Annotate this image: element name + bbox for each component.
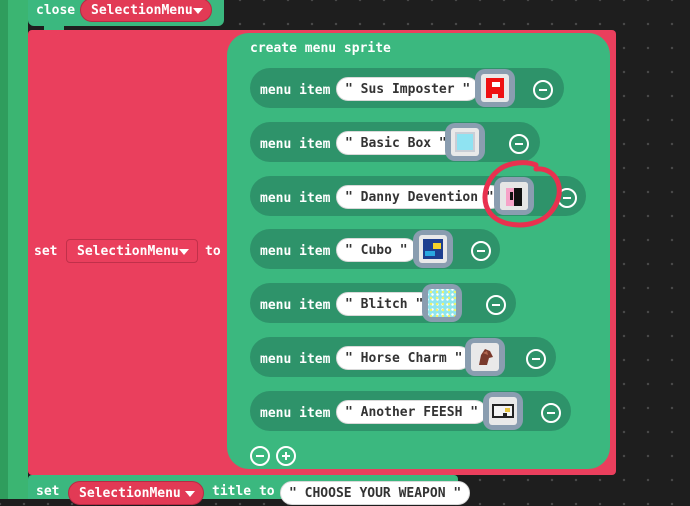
remove-item-icon[interactable] (533, 80, 553, 100)
menu-item-row[interactable]: menu item " Sus Imposter " (250, 68, 564, 108)
menu-item-text-input[interactable]: " Sus Imposter " (336, 77, 480, 101)
stack-edge (0, 0, 8, 499)
close-keyword: close (36, 3, 76, 18)
annotation-circle (482, 160, 562, 228)
menu-item-row[interactable]: menu item " Horse Charm " (250, 337, 556, 377)
set-keyword: set (34, 244, 58, 259)
menu-item-text-input[interactable]: " Horse Charm " (336, 346, 472, 370)
remove-item-icon[interactable] (471, 241, 491, 261)
title-text-input[interactable]: " CHOOSE YOUR WEAPON " (280, 481, 471, 505)
set-variable-dropdown[interactable]: SelectionMenu (66, 239, 198, 263)
menu-item-row[interactable]: menu item " Blitch " (250, 283, 516, 323)
chevron-down-icon (179, 249, 189, 255)
horse-head-icon (471, 343, 499, 371)
stack-rail (8, 0, 28, 499)
close-variable-label: SelectionMenu (91, 3, 193, 18)
set-title-keyword: set (36, 484, 60, 499)
menu-item-image-well[interactable] (483, 392, 523, 430)
menu-item-text-input[interactable]: " Blitch " (336, 292, 433, 316)
menu-item-image-well[interactable] (413, 230, 453, 268)
menu-item-label: menu item (260, 406, 331, 421)
set-title-block[interactable]: set SelectionMenu title to " CHOOSE YOUR… (28, 475, 471, 505)
menu-item-image-well[interactable] (475, 69, 515, 107)
menu-item-label: menu item (260, 191, 331, 206)
red-imposter-icon (481, 74, 509, 102)
remove-item-icon[interactable] (486, 295, 506, 315)
cyan-noise-icon (428, 289, 456, 317)
fish-icon (489, 397, 517, 425)
remove-item-icon[interactable] (509, 134, 529, 154)
menu-item-label: menu item (260, 137, 331, 152)
remove-item-icon[interactable] (541, 403, 561, 423)
menu-item-label: menu item (260, 83, 331, 98)
menu-item-label: menu item (260, 298, 331, 313)
menu-item-image-well[interactable] (465, 338, 505, 376)
chevron-down-icon (185, 491, 195, 497)
set-variable-label: SelectionMenu (77, 244, 179, 259)
menu-item-row[interactable]: menu item " Cubo " (250, 229, 500, 269)
close-block[interactable]: close SelectionMenu (28, 0, 224, 26)
create-menu-title: create menu sprite (250, 41, 391, 56)
remove-item-icon[interactable] (526, 349, 546, 369)
menu-item-image-well[interactable] (422, 284, 462, 322)
blue-yellow-cube-icon (419, 235, 447, 263)
menu-item-label: menu item (260, 244, 331, 259)
menu-item-text-input[interactable]: " Basic Box " (336, 131, 456, 155)
remove-last-item-icon[interactable] (250, 446, 270, 466)
close-variable-dropdown[interactable]: SelectionMenu (80, 0, 212, 22)
title-variable-dropdown[interactable]: SelectionMenu (68, 481, 204, 505)
menu-item-text-input[interactable]: " Another FEESH " (336, 400, 488, 424)
light-blue-box-icon (451, 128, 479, 156)
add-item-icon[interactable] (276, 446, 296, 466)
menu-item-row[interactable]: menu item " Another FEESH " (250, 391, 571, 431)
to-label: to (205, 244, 221, 259)
menu-item-label: menu item (260, 352, 331, 367)
chevron-down-icon (193, 8, 203, 14)
title-property-label: title to (212, 484, 275, 499)
menu-item-text-input[interactable]: " Cubo " (336, 238, 417, 262)
